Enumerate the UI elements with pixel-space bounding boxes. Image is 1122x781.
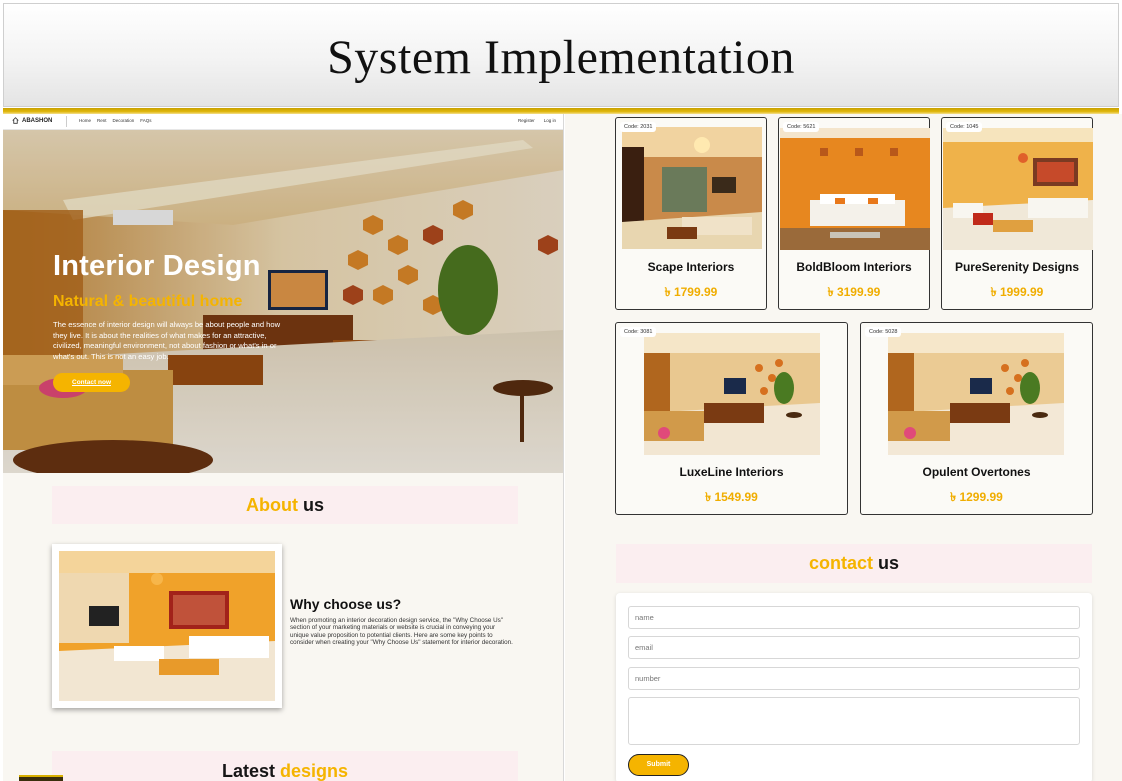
nav-link-faqs[interactable]: FAQs (140, 118, 151, 123)
design-price: ৳ 3199.99 (827, 285, 881, 299)
slide-title: System Implementation (327, 31, 795, 84)
latest-heading-accent: designs (280, 761, 349, 781)
design-name: Scape Interiors (647, 260, 735, 274)
submit-button[interactable]: Submit (628, 754, 689, 776)
design-name: PureSerenity Designs (954, 260, 1080, 274)
about-heading-accent: About (246, 495, 298, 515)
hero-section: Interior Design Natural & beautiful home… (3, 130, 563, 473)
design-card[interactable]: Code: 5621 BoldBloom Interiors ৳ 3199.99 (778, 117, 930, 310)
corner-logo-mark (19, 775, 63, 781)
register-link[interactable]: Register (518, 118, 535, 123)
latest-designs-heading: Latest designs (52, 751, 518, 781)
auth-links: Register Log in (518, 118, 556, 123)
name-input[interactable] (628, 606, 1080, 629)
title-band: System Implementation (3, 3, 1119, 107)
design-code: Code: 2031 (620, 122, 657, 132)
design-name: BoldBloom Interiors (796, 260, 912, 274)
design-image (780, 128, 930, 250)
nav-link-decoration[interactable]: Decoration (113, 118, 135, 123)
latest-heading-rest: Latest (221, 761, 280, 781)
nav-links: Home Rent Decoration FAQs (79, 118, 152, 123)
nav-link-home[interactable]: Home (79, 118, 91, 123)
contact-form: Submit (616, 593, 1092, 781)
contact-heading: contact us (616, 544, 1092, 583)
designs-contact-screenshot: Code: 2031 Scape Interiors ৳ 1799.99 Cod (565, 114, 1122, 781)
why-choose-text: When promoting an interior decoration de… (290, 617, 513, 647)
design-code: Code: 1045 (946, 122, 983, 132)
design-image (888, 333, 1064, 455)
nav-divider (66, 116, 67, 127)
design-image (622, 127, 762, 249)
living-room-photo (59, 551, 275, 701)
design-card[interactable]: Code: 1045 PureSerenity Designs ৳ 1999.9… (941, 117, 1093, 310)
design-price: ৳ 1999.99 (990, 285, 1044, 299)
design-price: ৳ 1299.99 (950, 490, 1003, 504)
presentation-slide: System Implementation ABASHON Home Rent … (0, 0, 1122, 781)
homepage-screenshot: ABASHON Home Rent Decoration FAQs Regist… (3, 114, 564, 781)
number-input[interactable] (628, 667, 1080, 690)
design-code: Code: 3081 (620, 327, 657, 337)
contact-now-button[interactable]: Contact now (53, 373, 130, 392)
contact-heading-rest: us (873, 553, 900, 573)
nav-link-rent[interactable]: Rent (97, 118, 107, 123)
design-card[interactable]: Code: 5028 Opulent Overtones ৳ 1299.99 (860, 322, 1093, 515)
hero-title: Interior Design (53, 250, 261, 282)
design-name: LuxeLine Interiors (679, 465, 784, 479)
why-choose-image (52, 544, 282, 708)
about-heading-rest: us (297, 495, 324, 515)
message-textarea[interactable] (628, 697, 1080, 745)
email-input[interactable] (628, 636, 1080, 659)
design-price: ৳ 1799.99 (664, 285, 718, 299)
design-image (644, 333, 820, 455)
design-image (943, 128, 1093, 250)
hero-subtitle: Natural & beautiful home (53, 293, 243, 310)
contact-heading-accent: contact (808, 553, 873, 573)
navbar: ABASHON Home Rent Decoration FAQs Regist… (3, 114, 563, 130)
brand-name: ABASHON (22, 117, 53, 124)
design-code: Code: 5028 (865, 327, 902, 337)
hero-description: The essence of interior design will alwa… (53, 320, 281, 361)
home-icon (12, 117, 19, 124)
about-heading: About us (52, 486, 518, 524)
login-link[interactable]: Log in (544, 118, 556, 123)
design-card[interactable]: Code: 3081 LuxeLine Interiors ৳ 1549.99 (615, 322, 848, 515)
design-price: ৳ 1549.99 (705, 490, 758, 504)
brand-logo[interactable]: ABASHON (12, 117, 52, 124)
design-card[interactable]: Code: 2031 Scape Interiors ৳ 1799.99 (615, 117, 767, 310)
why-choose-title: Why choose us? (290, 596, 402, 612)
design-name: Opulent Overtones (922, 465, 1031, 479)
design-code: Code: 5621 (783, 122, 820, 132)
